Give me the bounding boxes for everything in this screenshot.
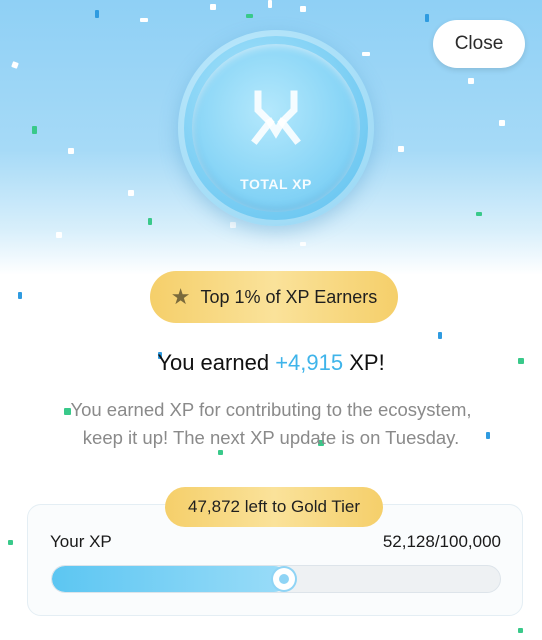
top-earner-badge: ★ Top 1% of XP Earners — [150, 271, 398, 323]
badge-label: Top 1% of XP Earners — [200, 286, 378, 307]
star-icon: ★ — [170, 284, 191, 309]
total-xp-coin: TOTAL XP — [178, 30, 374, 226]
description-line-1: You earned XP for contributing to the ec… — [70, 399, 472, 420]
coin-brand-text: TOTAL XP — [240, 176, 312, 192]
earned-heading: You earned +4,915 XP! — [0, 350, 542, 376]
your-xp-label: Your XP — [50, 532, 112, 551]
coin-face: TOTAL XP — [192, 44, 360, 212]
close-button[interactable]: Close — [433, 20, 525, 68]
total-xp-logo-icon — [251, 90, 301, 145]
xp-value: 52,128/100,000 — [382, 532, 501, 551]
xp-reward-modal: Close TOTAL XP ★ Top 1% of XP Earners Yo… — [0, 0, 542, 640]
earned-amount: +4,915 — [275, 350, 344, 375]
gold-tier-pill: 47,872 left to Gold Tier — [165, 487, 383, 527]
reward-description: You earned XP for contributing to the ec… — [40, 396, 502, 452]
description-line-2: keep it up! The next XP update is on Tue… — [82, 427, 460, 448]
xp-progress-thumb — [273, 568, 295, 590]
xp-progress-fill — [52, 566, 287, 592]
earned-suffix: XP! — [349, 350, 385, 375]
earned-prefix: You earned — [157, 350, 270, 375]
